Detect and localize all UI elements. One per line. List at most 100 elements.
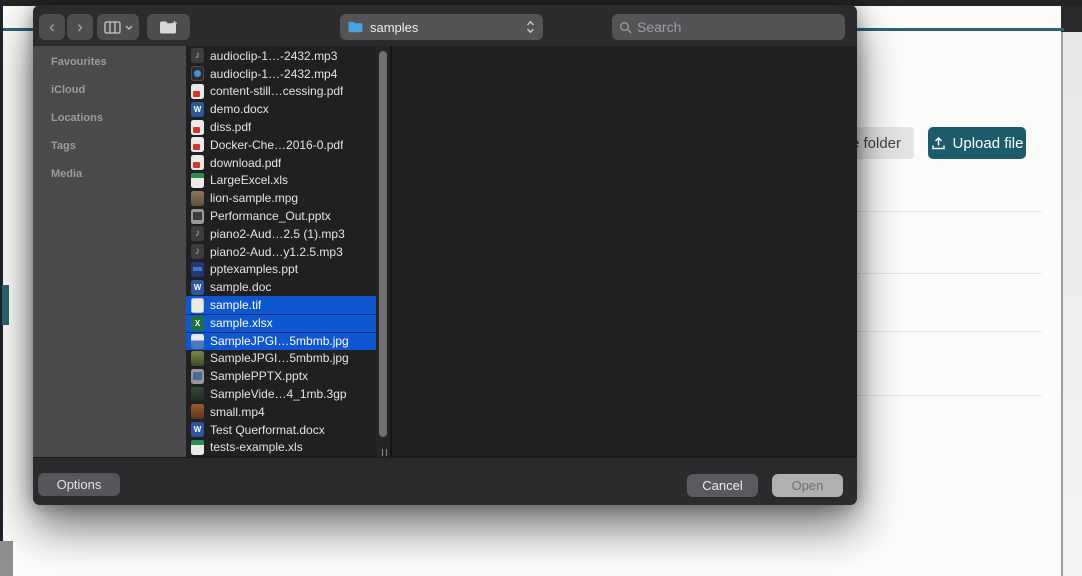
current-folder-select[interactable]: samples [340,14,543,40]
file-icon [191,440,204,455]
sidebar-section-icloud[interactable]: iCloud [33,76,186,104]
file-icon [191,351,204,366]
page-left-accent [2,285,9,325]
file-column: audioclip-1…-2432.mp3 audioclip-1…-2432.… [186,46,390,457]
file-icon [191,298,204,313]
file-row[interactable]: SampleVide…4_1mb.3gp [186,385,376,403]
dialog-toolbar: ‹ › [33,5,857,46]
file-row[interactable]: LargeExcel.xls [186,172,376,190]
file-list: audioclip-1…-2432.mp3 audioclip-1…-2432.… [186,47,376,456]
file-name: Performance_Out.pptx [210,209,331,223]
file-icon [191,369,204,384]
file-icon [191,422,204,437]
file-icon [191,244,204,259]
select-chevrons-icon [526,20,535,34]
file-icon [191,226,204,241]
file-row[interactable]: audioclip-1…-2432.mp4 [186,65,376,83]
upload-icon [931,136,946,151]
file-icon [191,209,204,224]
forward-button[interactable]: › [67,14,93,40]
file-row[interactable]: audioclip-1…-2432.mp3 [186,47,376,65]
file-row[interactable]: Performance_Out.pptx [186,207,376,225]
file-row[interactable]: pptexamples.ppt [186,261,376,279]
new-folder-icon [159,20,178,34]
column-resize-handle[interactable] [378,448,390,456]
new-folder-button[interactable] [147,14,190,40]
file-row[interactable]: sample.xlsx [186,314,376,332]
open-file-dialog: ‹ › [33,5,857,505]
dialog-content: FavouritesiCloudLocationsTagsMedia audio… [33,46,857,457]
file-row[interactable]: SampleJPGI…5mbmb.jpg [186,350,376,368]
file-name: download.pdf [210,156,281,170]
sidebar-section-locations[interactable]: Locations [33,104,186,132]
page-right-gutter [1063,32,1082,576]
file-icon [191,404,204,419]
file-name: sample.doc [210,280,271,294]
file-name: small.mp4 [210,405,265,419]
screen: te folder Upload file ‹ › [0,0,1082,576]
file-icon [191,191,204,206]
file-icon [191,66,204,81]
sidebar-section-favourites[interactable]: Favourites [33,48,186,76]
file-name: SampleJPGI…5mbmb.jpg [210,334,349,348]
file-icon [191,48,204,63]
back-button[interactable]: ‹ [39,14,65,40]
file-name: diss.pdf [210,120,251,134]
file-row[interactable]: diss.pdf [186,118,376,136]
file-row[interactable]: content-still…cessing.pdf [186,83,376,101]
upload-file-button[interactable]: Upload file [928,127,1026,159]
file-name: tests-example.xls [210,440,303,454]
chevron-left-icon: ‹ [49,17,55,37]
search-input[interactable] [637,19,838,35]
file-name: sample.tif [210,298,261,312]
page-bottom-left-block [0,541,13,576]
file-icon [191,155,204,170]
file-row[interactable]: small.mp4 [186,403,376,421]
file-row[interactable]: sample.tif [186,296,376,314]
search-field[interactable] [612,14,845,40]
file-icon [191,102,204,117]
view-mode-button[interactable] [97,14,139,40]
scrollbar-track[interactable] [376,46,390,457]
file-icon [191,173,204,188]
file-name: content-still…cessing.pdf [210,84,343,98]
chevron-right-icon: › [77,17,83,37]
dialog-sidebar: FavouritesiCloudLocationsTagsMedia [33,46,186,457]
column-view-icon [104,21,121,34]
file-row[interactable]: SampleJPGI…5mbmb.jpg [186,332,376,350]
file-row[interactable]: piano2-Aud…2.5 (1).mp3 [186,225,376,243]
file-icon [191,387,204,402]
file-icon [191,262,204,277]
preview-pane [392,46,857,457]
scrollbar-thumb[interactable] [379,51,387,437]
sidebar-section-tags[interactable]: Tags [33,132,186,160]
file-row[interactable]: piano2-Aud…y1.2.5.mp3 [186,243,376,261]
file-name: audioclip-1…-2432.mp3 [210,49,337,63]
file-row[interactable]: lion-sample.mpg [186,189,376,207]
file-name: piano2-Aud…2.5 (1).mp3 [210,227,345,241]
sidebar-section-media[interactable]: Media [33,160,186,188]
file-name: pptexamples.ppt [210,262,298,276]
file-icon [191,137,204,152]
file-name: lion-sample.mpg [210,191,298,205]
file-name: piano2-Aud…y1.2.5.mp3 [210,245,343,259]
file-row[interactable]: Docker-Che…2016-0.pdf [186,136,376,154]
file-icon [191,280,204,295]
file-name: sample.xlsx [210,316,273,330]
file-icon [191,120,204,135]
file-name: LargeExcel.xls [210,173,288,187]
options-button[interactable]: Options [38,473,120,496]
file-name: Test Querformat.docx [210,423,325,437]
file-icon [191,334,204,349]
current-folder-label: samples [370,20,519,35]
cancel-button[interactable]: Cancel [687,474,758,497]
file-row[interactable]: demo.docx [186,100,376,118]
file-icon [191,316,204,331]
file-row[interactable]: tests-example.xls [186,439,376,457]
file-row[interactable]: SamplePPTX.pptx [186,367,376,385]
file-row[interactable]: download.pdf [186,154,376,172]
open-button[interactable]: Open [772,474,843,497]
file-row[interactable]: Test Querformat.docx [186,421,376,439]
search-icon [619,21,632,34]
file-row[interactable]: sample.doc [186,278,376,296]
